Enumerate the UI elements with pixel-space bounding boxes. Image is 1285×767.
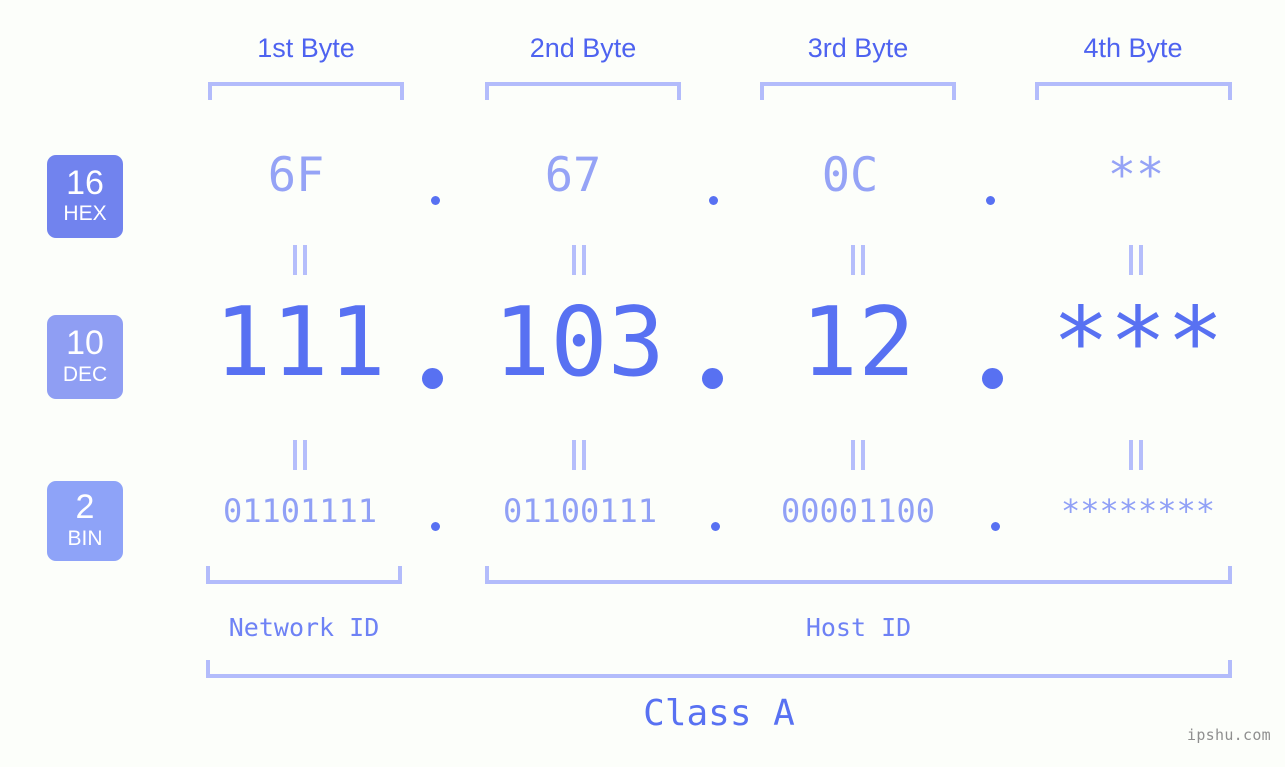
dec-byte-2: 103 [493, 288, 665, 398]
byte-header-4: 4th Byte [1083, 33, 1183, 63]
byte-bracket-1 [208, 82, 404, 100]
bin-separator-dot-3 [991, 522, 1000, 531]
hex-byte-1: 6F [267, 148, 325, 203]
equals-sign-dec-bin-1 [293, 440, 307, 470]
equals-sign-dec-bin-4 [1129, 440, 1143, 470]
class-bracket [206, 660, 1232, 678]
radix-badge-hex-name: HEX [63, 202, 107, 226]
dec-separator-dot-3 [982, 368, 1003, 389]
class-label: Class A [643, 693, 795, 734]
hex-byte-4: ** [1107, 148, 1165, 203]
dec-separator-dot-2 [702, 368, 723, 389]
radix-badge-dec-name: DEC [62, 362, 108, 386]
bin-byte-3: 00001100 [780, 492, 936, 530]
dec-byte-4: *** [1052, 288, 1224, 398]
bin-separator-dot-1 [431, 522, 440, 531]
hex-byte-2: 67 [544, 148, 602, 203]
radix-badge-hex: 16 HEX [47, 155, 123, 238]
radix-badge-bin-number: 2 [75, 488, 95, 527]
host-id-label: Host ID [805, 613, 912, 642]
hex-byte-3: 0C [821, 148, 879, 203]
radix-badge-bin-name: BIN [67, 526, 103, 550]
network-id-bracket [206, 566, 402, 584]
byte-header-2: 2nd Byte [529, 33, 637, 63]
hex-separator-dot-3 [986, 196, 995, 205]
byte-header-3: 3rd Byte [807, 33, 909, 63]
equals-sign-dec-bin-3 [851, 440, 865, 470]
byte-bracket-3 [760, 82, 956, 100]
byte-header-1: 1st Byte [257, 33, 355, 63]
radix-badge-dec-number: 10 [66, 324, 104, 363]
network-id-label: Network ID [228, 613, 380, 642]
bin-byte-2: 01100111 [502, 492, 658, 530]
bin-separator-dot-2 [711, 522, 720, 531]
hex-separator-dot-2 [709, 196, 718, 205]
bin-byte-1: 01101111 [222, 492, 378, 530]
site-watermark: ipshu.com [1187, 726, 1271, 744]
radix-badge-dec: 10 DEC [47, 315, 123, 399]
equals-sign-hex-dec-3 [851, 245, 865, 275]
byte-bracket-2 [485, 82, 681, 100]
dec-separator-dot-1 [422, 368, 443, 389]
equals-sign-hex-dec-2 [572, 245, 586, 275]
dec-byte-3: 12 [800, 288, 916, 398]
host-id-bracket [485, 566, 1232, 584]
radix-badge-bin: 2 BIN [47, 481, 123, 561]
ip-address-breakdown-diagram: 1st Byte 2nd Byte 3rd Byte 4th Byte 16 H… [0, 0, 1285, 767]
hex-separator-dot-1 [431, 196, 440, 205]
equals-sign-hex-dec-4 [1129, 245, 1143, 275]
bin-byte-4: ******** [1060, 492, 1216, 530]
equals-sign-dec-bin-2 [572, 440, 586, 470]
byte-bracket-4 [1035, 82, 1232, 100]
dec-byte-1: 111 [214, 288, 386, 398]
equals-sign-hex-dec-1 [293, 245, 307, 275]
radix-badge-hex-number: 16 [66, 163, 104, 202]
